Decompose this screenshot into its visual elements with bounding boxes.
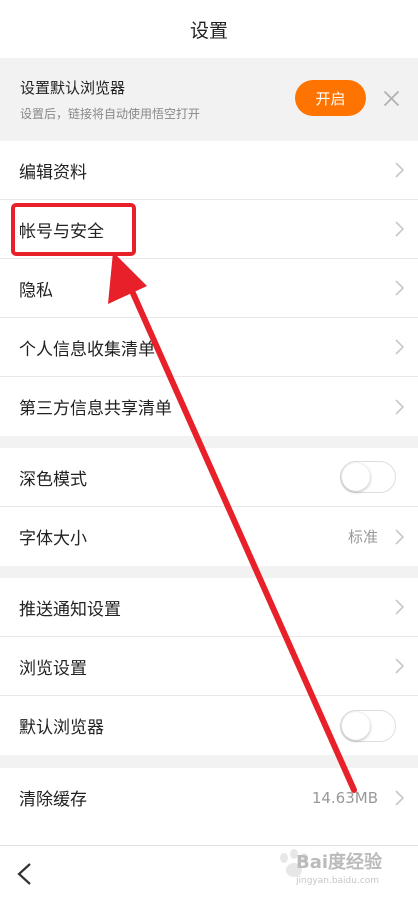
row-label: 深色模式 (19, 469, 87, 490)
row-third-party-sharing-list[interactable]: 第三方信息共享清单 (0, 377, 418, 436)
chevron-right-icon (395, 658, 404, 674)
chevron-right-icon (395, 280, 404, 296)
row-label: 推送通知设置 (19, 599, 121, 620)
row-browsing-settings[interactable]: 浏览设置 (0, 637, 418, 696)
font-size-value: 标准 (347, 528, 378, 546)
row-personal-info-list[interactable]: 个人信息收集清单 (0, 318, 418, 377)
watermark-url: jingyan.baidu.com (296, 876, 380, 886)
account-section: 编辑资料 帐号与安全 隐私 个人信息收集清单 第三方信息共享清单 (0, 141, 418, 436)
default-browser-banner: 设置默认浏览器 设置后，链接将自动使用悟空打开 开启 (0, 58, 418, 141)
chevron-right-icon (395, 398, 404, 415)
row-label: 个人信息收集清单 (19, 339, 155, 360)
enable-button[interactable]: 开启 (295, 80, 366, 116)
row-clear-cache[interactable]: 清除缓存 14.63MB (0, 768, 418, 827)
row-default-browser: 默认浏览器 (0, 696, 418, 755)
row-label: 隐私 (19, 280, 53, 301)
toggle-knob (342, 463, 370, 491)
storage-section: 清除缓存 14.63MB (0, 768, 418, 845)
row-label: 第三方信息共享清单 (19, 399, 172, 419)
row-label: 编辑资料 (19, 162, 87, 183)
chevron-right-icon (395, 339, 404, 355)
chevron-right-icon (395, 599, 404, 615)
watermark-brand: Bai度经验 (296, 852, 383, 873)
toggle-knob (342, 711, 370, 740)
header-bar: 设置 (0, 0, 418, 58)
cache-size-value: 14.63MB (311, 788, 378, 807)
row-font-size[interactable]: 字体大小 标准 (0, 507, 418, 566)
row-label: 清除缓存 (19, 790, 87, 810)
default-browser-toggle[interactable] (340, 709, 396, 742)
dark-mode-toggle[interactable] (340, 461, 396, 493)
row-push-notification-settings[interactable]: 推送通知设置 (0, 578, 418, 637)
chevron-right-icon (395, 221, 404, 237)
row-edit-profile[interactable]: 编辑资料 (0, 141, 418, 200)
row-label: 字体大小 (19, 529, 87, 549)
back-arrow-icon[interactable] (16, 862, 32, 886)
chevron-right-icon (395, 162, 404, 178)
chevron-right-icon (395, 528, 404, 545)
banner-subtitle: 设置后，链接将自动使用悟空打开 (20, 107, 201, 121)
row-label: 默认浏览器 (19, 718, 104, 738)
highlight-box (11, 203, 136, 256)
row-label: 浏览设置 (19, 658, 87, 679)
banner-title: 设置默认浏览器 (20, 79, 126, 97)
page-title: 设置 (189, 19, 228, 42)
close-icon[interactable] (383, 90, 400, 107)
chevron-right-icon (395, 789, 404, 806)
row-dark-mode: 深色模式 (0, 448, 418, 507)
display-section: 深色模式 字体大小 标准 (0, 448, 418, 566)
browser-section: 推送通知设置 浏览设置 默认浏览器 (0, 578, 418, 755)
row-privacy[interactable]: 隐私 (0, 259, 418, 318)
